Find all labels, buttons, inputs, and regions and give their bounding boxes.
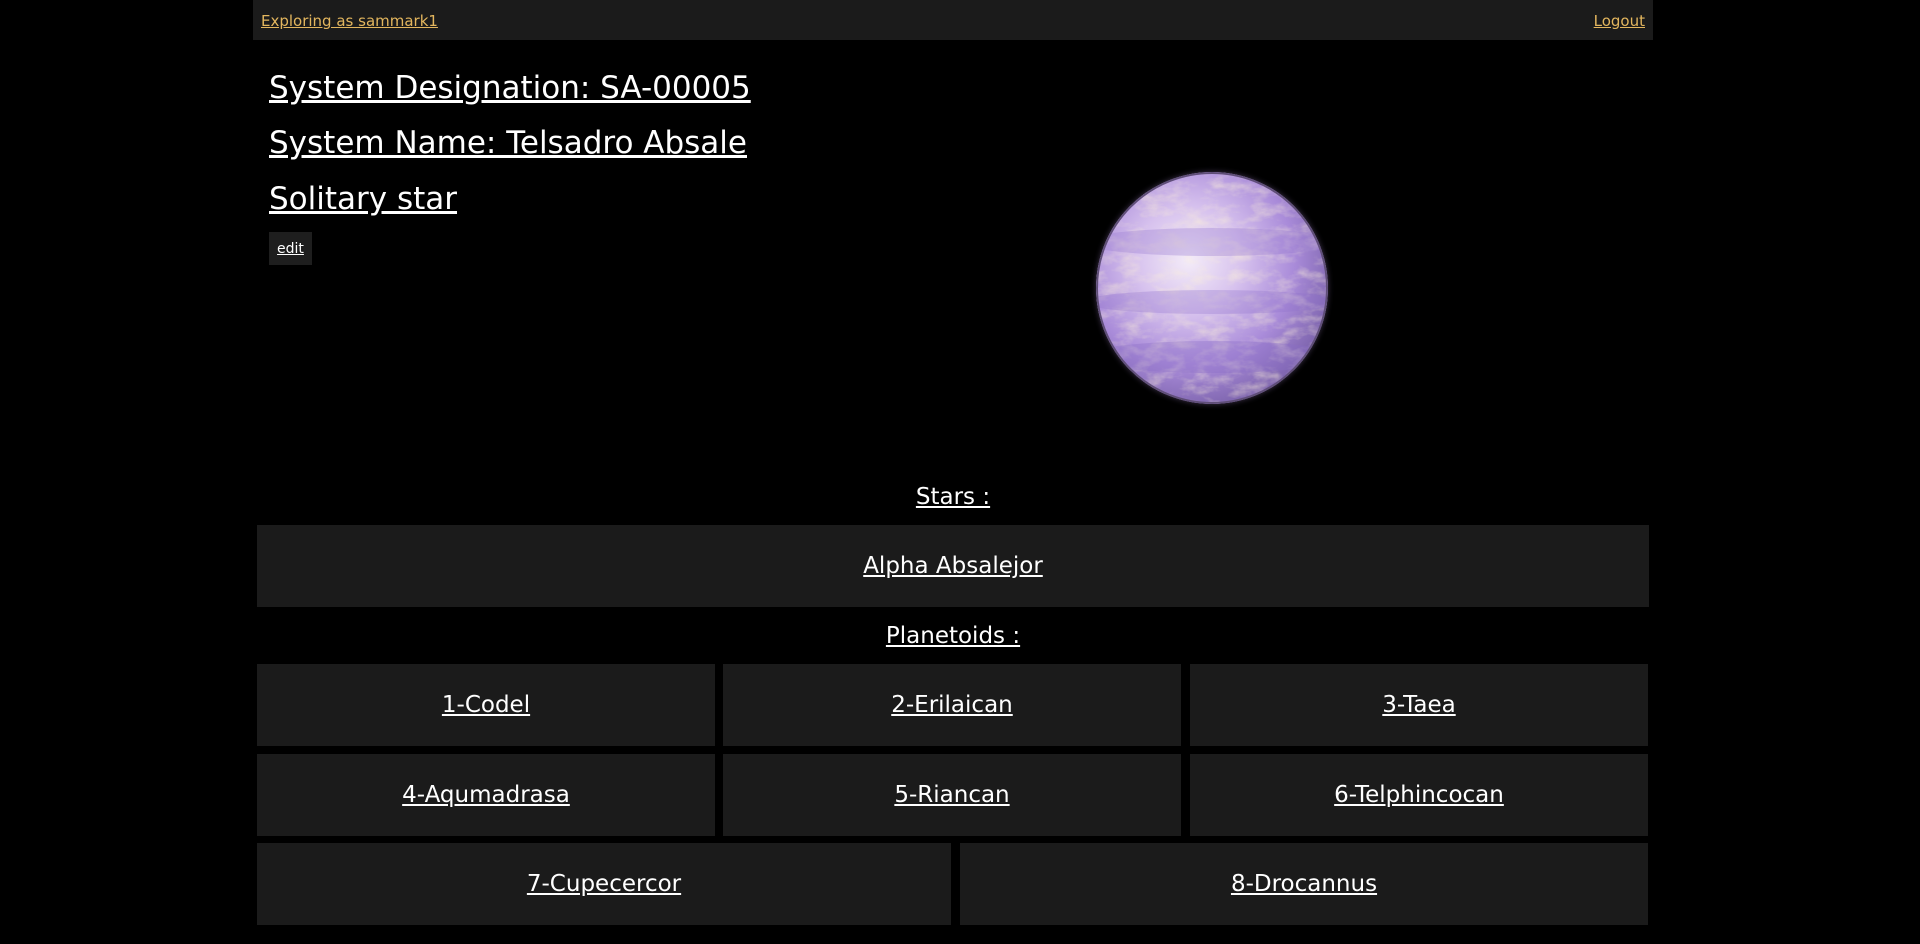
planetoid-tile-2[interactable]: 2-Erilaican (723, 664, 1181, 746)
planet-sphere-image (1096, 172, 1328, 404)
planetoid-tile-8[interactable]: 8-Drocannus (960, 843, 1648, 925)
planetoid-tile-1[interactable]: 1-Codel (257, 664, 715, 746)
star-tile-alpha-absalejor[interactable]: Alpha Absalejor (257, 525, 1649, 607)
logout-link[interactable]: Logout (1594, 12, 1645, 30)
system-type[interactable]: Solitary star (269, 181, 457, 217)
planetoids-heading: Planetoids : (885, 623, 1021, 649)
planetoid-tile-7[interactable]: 7-Cupecercor (257, 843, 951, 925)
system-name[interactable]: System Name: Telsadro Absale (269, 125, 747, 161)
planetoid-tile-3[interactable]: 3-Taea (1190, 664, 1648, 746)
planetoid-tile-4[interactable]: 4-Aqumadrasa (257, 754, 715, 836)
planetoid-tile-6[interactable]: 6-Telphincocan (1190, 754, 1648, 836)
page-container: Exploring as sammark1 Logout System Desi… (253, 0, 1653, 944)
edit-button[interactable]: edit (269, 232, 312, 265)
exploring-as-user-link[interactable]: Exploring as sammark1 (261, 12, 438, 30)
top-bar: Exploring as sammark1 Logout (253, 0, 1653, 40)
system-designation[interactable]: System Designation: SA-00005 (269, 70, 751, 106)
planet-graphic (1096, 172, 1328, 404)
stars-heading: Stars : (915, 484, 991, 510)
planetoid-tile-5[interactable]: 5-Riancan (723, 754, 1181, 836)
